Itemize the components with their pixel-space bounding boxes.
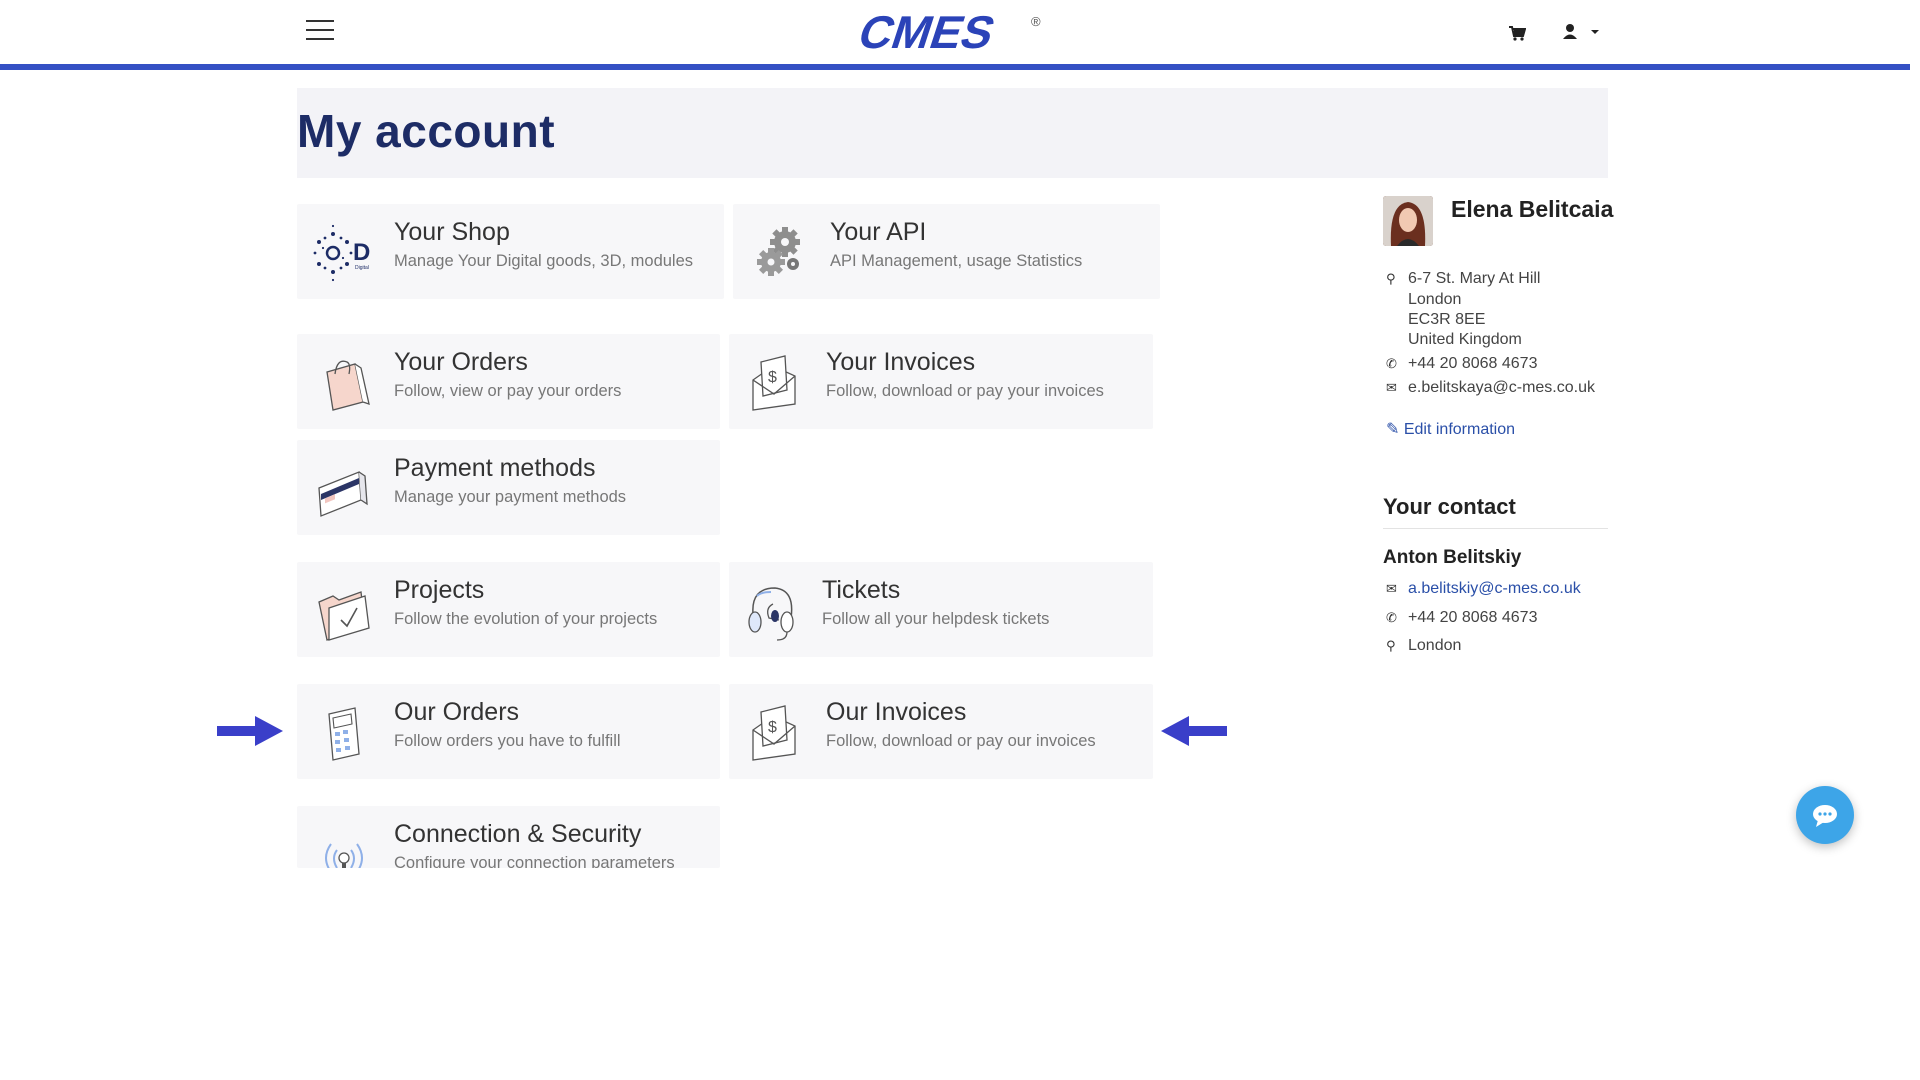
contact-name: Anton Belitskiy	[1383, 547, 1522, 568]
map-marker-icon: ⚲	[1386, 638, 1396, 653]
calculator-icon	[328, 707, 360, 761]
envelope-icon: ✉	[1386, 380, 1397, 395]
contact-email-link[interactable]: a.belitskiy@c-mes.co.uk	[1408, 580, 1581, 598]
profile-phone: +44 20 8068 4673	[1408, 355, 1538, 372]
card-your-invoices[interactable]: $ Your Invoices Follow, download or pay …	[729, 334, 1153, 429]
card-title: Your API	[830, 218, 927, 246]
card-subtitle: Follow, download or pay our invoices	[826, 732, 1096, 750]
pencil-icon: ✎	[1386, 421, 1400, 438]
contact-city-row: ⚲ London	[1386, 637, 1461, 657]
user-menu-dropdown[interactable]	[1560, 22, 1602, 42]
card-title: Tickets	[822, 576, 901, 604]
edit-information-link[interactable]: ✎ Edit information	[1386, 419, 1515, 439]
address-line-4: United Kingdom	[1408, 331, 1522, 348]
card-subtitle: Follow, download or pay your invoices	[826, 382, 1104, 400]
card-subtitle: Follow orders you have to fulfill	[394, 732, 621, 750]
profile-name: Elena Belitcaia	[1451, 196, 1614, 222]
headset-icon	[748, 587, 794, 641]
map-marker-icon: ⚲	[1386, 271, 1396, 286]
chat-bubble-icon	[1813, 805, 1837, 827]
card-title: Payment methods	[394, 454, 596, 482]
cmes-logo[interactable]: CMES ®	[855, 6, 1055, 56]
card-our-invoices[interactable]: $ Our Invoices Follow, download or pay o…	[729, 684, 1153, 779]
gears-icon	[757, 227, 800, 276]
chat-button[interactable]	[1796, 786, 1854, 844]
page-title: My account	[297, 105, 556, 157]
address-line-2: London	[1408, 291, 1462, 308]
left-arrow-indicator	[1161, 716, 1227, 746]
folder-check-icon	[318, 591, 370, 641]
phone-row: ✆ +44 20 8068 4673	[1386, 355, 1537, 375]
shopping-bag-icon	[326, 360, 370, 411]
card-title: Your Orders	[394, 348, 528, 376]
invoice-envelope-icon: $	[752, 355, 796, 411]
address-line-1: 6-7 St. Mary At Hill	[1408, 270, 1541, 287]
your-contact-heading: Your contact	[1383, 494, 1516, 519]
edit-information-label: Edit information	[1403, 421, 1516, 438]
address-row: ⚲ 6-7 St. Mary At Hill	[1386, 270, 1540, 290]
card-your-api[interactable]: Your API API Management, usage Statistic…	[733, 204, 1160, 299]
avatar	[1383, 196, 1433, 246]
signal-icon	[325, 843, 363, 868]
card-title: Projects	[394, 576, 485, 604]
contact-email-row: ✉ a.belitskiy@c-mes.co.uk	[1386, 580, 1581, 600]
card-your-orders[interactable]: Your Orders Follow, view or pay your ord…	[297, 334, 720, 429]
envelope-icon: ✉	[1386, 581, 1397, 596]
card-subtitle: Manage Your Digital goods, 3D, modules	[394, 252, 694, 270]
credit-card-icon	[318, 471, 368, 517]
phone-icon: ✆	[1386, 610, 1397, 625]
card-subtitle: Manage your payment methods	[394, 488, 627, 506]
card-connection-security[interactable]: Connection & Security Configure your con…	[297, 806, 720, 868]
contact-city: London	[1408, 637, 1462, 654]
card-title: Our Invoices	[826, 698, 967, 726]
email-row: ✉ e.belitskaya@c-mes.co.uk	[1386, 379, 1595, 399]
card-projects[interactable]: Projects Follow the evolution of your pr…	[297, 562, 720, 657]
card-your-shop[interactable]: D Digital Your Shop Manage Your Digital …	[297, 204, 724, 299]
card-subtitle: Follow, view or pay your orders	[394, 382, 622, 400]
phone-icon: ✆	[1386, 356, 1397, 371]
divider	[1383, 528, 1608, 529]
card-title: Our Orders	[394, 698, 520, 726]
svg-text:$: $	[768, 719, 777, 736]
user-icon	[1563, 24, 1577, 39]
registered-mark: ®	[1031, 14, 1041, 29]
svg-text:D: D	[353, 239, 370, 266]
card-our-orders[interactable]: Our Orders Follow orders you have to ful…	[297, 684, 720, 779]
card-title: Your Shop	[394, 218, 510, 246]
card-payment-methods[interactable]: Payment methods Manage your payment meth…	[297, 440, 720, 535]
3d-digital-icon: D Digital	[313, 224, 370, 282]
logo-text: CMES	[855, 7, 1002, 56]
caret-down-icon	[1591, 30, 1599, 34]
contact-phone: +44 20 8068 4673	[1408, 609, 1538, 626]
card-title: Connection & Security	[394, 820, 642, 848]
card-title: Your Invoices	[826, 348, 976, 376]
card-subtitle: Configure your connection parameters	[394, 854, 675, 868]
address-line-3: EC3R 8EE	[1408, 311, 1486, 328]
card-subtitle: Follow the evolution of your projects	[394, 610, 658, 628]
card-subtitle: API Management, usage Statistics	[830, 252, 1083, 270]
cart-icon[interactable]	[1508, 24, 1526, 42]
right-arrow-indicator	[217, 716, 283, 746]
svg-text:Digital: Digital	[355, 265, 369, 271]
hamburger-menu-icon[interactable]	[306, 20, 334, 44]
invoice-envelope-icon: $	[752, 705, 796, 761]
profile-email: e.belitskaya@c-mes.co.uk	[1408, 379, 1595, 396]
header-accent-bar	[0, 64, 1910, 70]
card-subtitle: Follow all your helpdesk tickets	[822, 610, 1050, 628]
svg-text:$: $	[768, 369, 777, 386]
top-navbar: CMES ®	[0, 0, 1910, 64]
card-tickets[interactable]: Tickets Follow all your helpdesk tickets	[729, 562, 1153, 657]
contact-phone-row: ✆ +44 20 8068 4673	[1386, 609, 1537, 629]
